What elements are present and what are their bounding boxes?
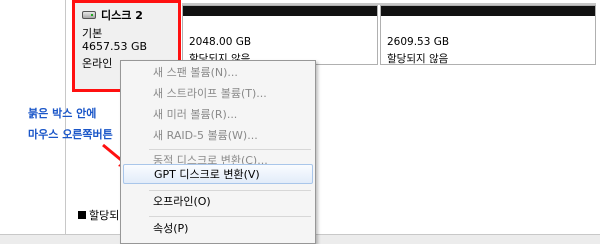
menu-item-offline[interactable]: 오프라인(O) [123,192,313,212]
menu-item-properties[interactable]: 속성(P) [123,219,313,239]
partition-bar [381,6,595,16]
menu-separator [149,216,311,217]
legend: 할당되 [78,207,119,223]
legend-swatch [78,211,86,219]
menu-item-convert-gpt[interactable]: GPT 디스크로 변환(V) [123,164,313,184]
disk-management-view: 디스크 2 기본 4657.53 GB 온라인 2048.00 GB 할당되지 … [0,0,600,244]
menu-item-new-spanned-volume[interactable]: 새 스팬 볼륨(N)... [123,63,313,83]
menu-item-new-raid5-volume[interactable]: 새 RAID-5 볼륨(W)... [123,126,313,146]
partition-bar [183,6,377,16]
context-menu: 새 스팬 볼륨(N)... 새 스트라이프 볼륨(T)... 새 미러 볼륨(R… [120,60,316,244]
partition-size: 2048.00 GB [189,36,252,48]
legend-label: 할당되 [89,209,120,222]
menu-item-new-striped-volume[interactable]: 새 스트라이프 볼륨(T)... [123,84,313,104]
partition-status: 할당되지 않음 [387,53,449,65]
annotation-line-1: 붉은 박스 안에 [28,107,97,120]
menu-item-new-mirrored-volume[interactable]: 새 미러 볼륨(R)... [123,105,313,125]
menu-separator [149,190,311,191]
partition-unallocated-1[interactable]: 2048.00 GB 할당되지 않음 [182,5,378,65]
partition-unallocated-2[interactable]: 2609.53 GB 할당되지 않음 [380,5,596,65]
menu-separator [149,149,311,150]
partition-size: 2609.53 GB [387,36,450,48]
